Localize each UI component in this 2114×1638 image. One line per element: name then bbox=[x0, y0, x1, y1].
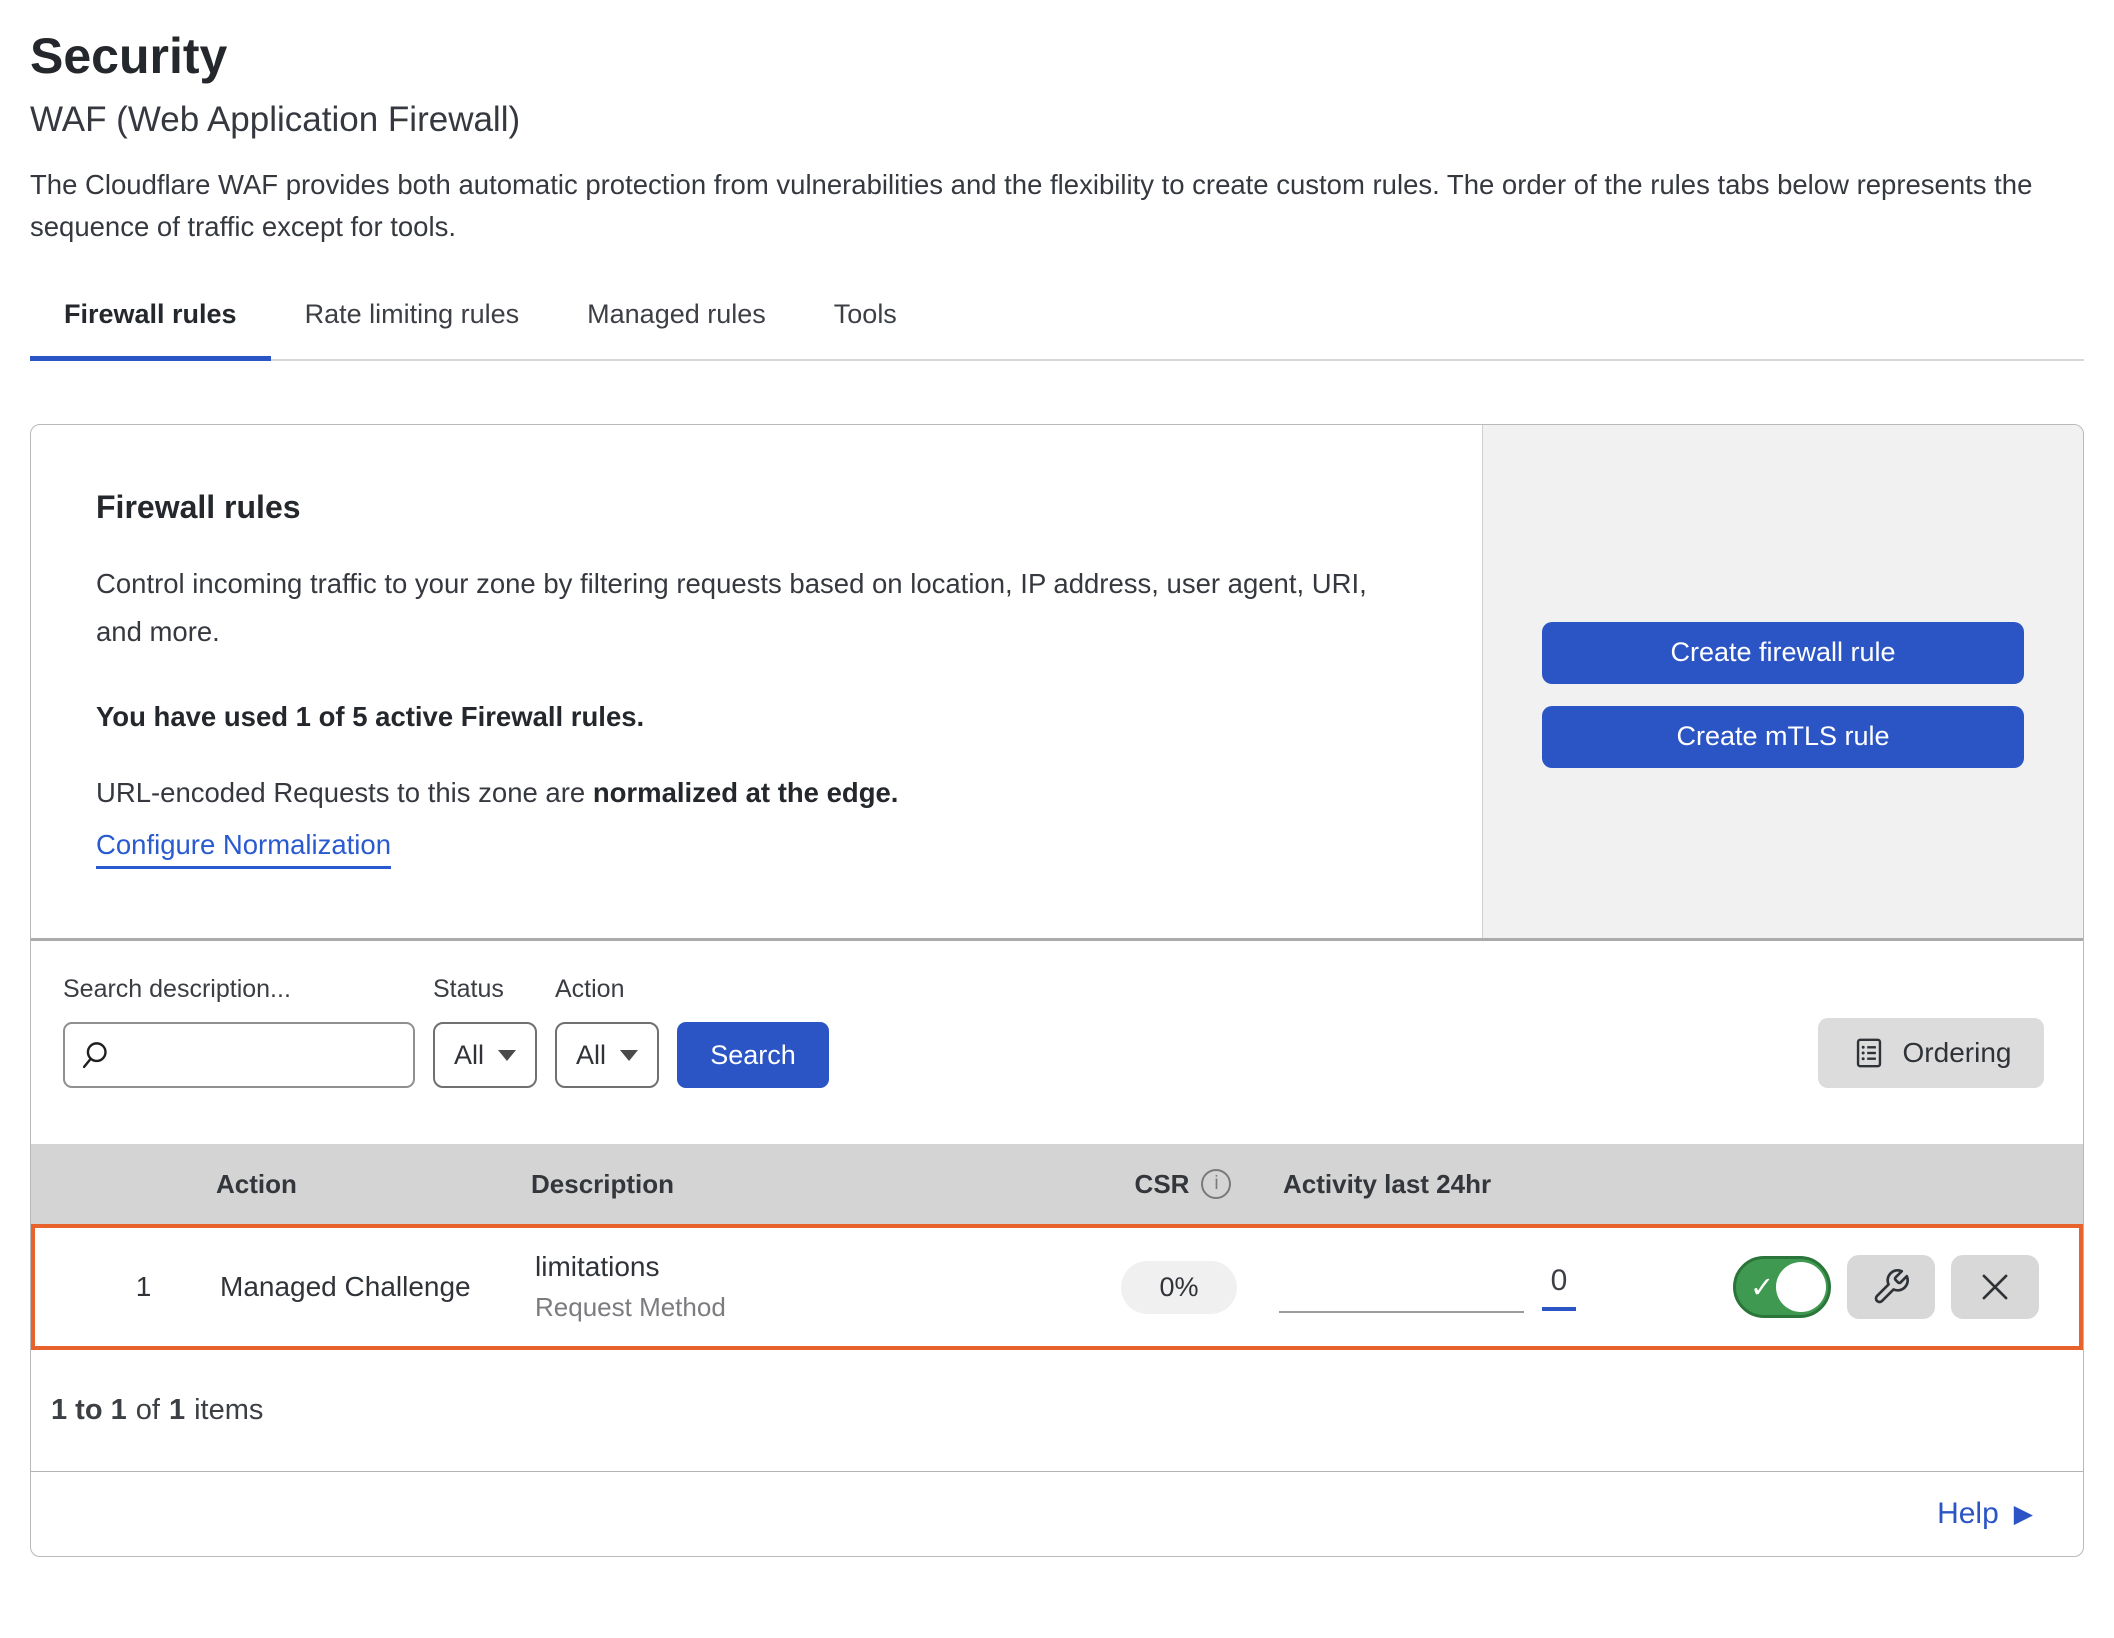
create-mtls-rule-button[interactable]: Create mTLS rule bbox=[1542, 706, 2024, 768]
action-group: Action All bbox=[555, 975, 659, 1088]
help-label: Help bbox=[1937, 1497, 1999, 1531]
tab-firewall-rules[interactable]: Firewall rules bbox=[30, 293, 271, 361]
rule-description-cell: limitations Request Method bbox=[535, 1251, 1079, 1323]
chevron-down-icon bbox=[498, 1050, 516, 1061]
search-label: Search description... bbox=[63, 975, 415, 1004]
toggle-knob bbox=[1776, 1262, 1826, 1312]
firewall-rules-card: Firewall rules Control incoming traffic … bbox=[31, 425, 2083, 938]
search-group: Search description... bbox=[63, 975, 415, 1088]
chevron-down-icon bbox=[620, 1050, 638, 1061]
status-label: Status bbox=[433, 975, 537, 1004]
tab-bar: Firewall rules Rate limiting rules Manag… bbox=[30, 293, 2084, 361]
action-select[interactable]: All bbox=[555, 1022, 659, 1088]
check-icon: ✓ bbox=[1750, 1270, 1774, 1305]
search-button[interactable]: Search bbox=[677, 1022, 829, 1088]
tab-rate-limiting-rules[interactable]: Rate limiting rules bbox=[271, 293, 554, 361]
activity-count-underline bbox=[1542, 1307, 1576, 1311]
ordering-button[interactable]: Ordering bbox=[1818, 1018, 2044, 1088]
card-heading: Firewall rules bbox=[96, 489, 1442, 526]
firewall-rules-panel: Firewall rules Control incoming traffic … bbox=[30, 424, 2084, 1557]
tab-label: Tools bbox=[834, 299, 897, 329]
list-icon bbox=[1851, 1035, 1887, 1071]
rule-activity-cell: 0 bbox=[1279, 1264, 1659, 1311]
header-action: Action bbox=[216, 1169, 531, 1200]
rule-action: Managed Challenge bbox=[220, 1271, 535, 1303]
status-select[interactable]: All bbox=[433, 1022, 537, 1088]
info-icon[interactable]: i bbox=[1201, 1169, 1231, 1199]
search-input-box[interactable] bbox=[63, 1022, 415, 1088]
rule-controls: ✓ bbox=[1659, 1255, 2079, 1319]
search-input[interactable] bbox=[123, 1039, 399, 1072]
panel-footer: Help ▶ bbox=[31, 1471, 2083, 1556]
page-subtitle: WAF (Web Application Firewall) bbox=[30, 98, 2084, 142]
table-header: Action Description CSR i Activity last 2… bbox=[31, 1144, 2083, 1224]
filter-bar: Search description... Status All Action bbox=[31, 938, 2083, 1144]
close-icon bbox=[1976, 1268, 2014, 1306]
normalization-text: URL-encoded Requests to this zone are no… bbox=[96, 777, 1442, 809]
tab-label: Managed rules bbox=[587, 299, 766, 329]
card-body-text: Control incoming traffic to your zone by… bbox=[96, 560, 1386, 655]
edit-rule-button[interactable] bbox=[1847, 1255, 1935, 1319]
security-page: Security WAF (Web Application Firewall) … bbox=[0, 0, 2114, 1557]
action-label: Action bbox=[555, 975, 659, 1004]
wrench-icon bbox=[1871, 1267, 1911, 1307]
header-description: Description bbox=[531, 1169, 1083, 1200]
delete-rule-button[interactable] bbox=[1951, 1255, 2039, 1319]
rule-enabled-toggle[interactable]: ✓ bbox=[1733, 1256, 1831, 1318]
csr-badge: 0% bbox=[1121, 1261, 1236, 1314]
card-actions-panel: Create firewall rule Create mTLS rule bbox=[1482, 425, 2083, 938]
header-csr: CSR i bbox=[1083, 1169, 1283, 1200]
tab-label: Rate limiting rules bbox=[305, 299, 520, 329]
rule-priority: 1 bbox=[35, 1271, 220, 1303]
usage-text: You have used 1 of 5 active Firewall rul… bbox=[96, 701, 1442, 733]
pagination-status: 1 to 1 of 1 items bbox=[31, 1350, 2083, 1471]
activity-count-link[interactable]: 0 bbox=[1542, 1264, 1576, 1311]
pagination-of: of bbox=[136, 1394, 160, 1427]
pagination-range: 1 to 1 bbox=[51, 1394, 127, 1427]
activity-count-value: 0 bbox=[1551, 1264, 1568, 1298]
csr-label: CSR bbox=[1135, 1169, 1190, 1200]
normalization-prefix: URL-encoded Requests to this zone are bbox=[96, 777, 593, 808]
tab-tools[interactable]: Tools bbox=[800, 293, 931, 361]
rule-csr-cell: 0% bbox=[1079, 1261, 1279, 1314]
tab-managed-rules[interactable]: Managed rules bbox=[553, 293, 800, 361]
status-select-value: All bbox=[454, 1040, 484, 1071]
activity-sparkline bbox=[1279, 1311, 1524, 1313]
configure-normalization-link[interactable]: Configure Normalization bbox=[96, 829, 391, 869]
rule-description: limitations bbox=[535, 1251, 659, 1283]
normalization-bold: normalized at the edge. bbox=[593, 777, 899, 808]
create-firewall-rule-button[interactable]: Create firewall rule bbox=[1542, 622, 2024, 684]
search-icon bbox=[79, 1038, 113, 1072]
rule-expression-summary: Request Method bbox=[535, 1292, 726, 1323]
pagination-items: items bbox=[194, 1394, 263, 1427]
arrow-right-icon: ▶ bbox=[2014, 1502, 2033, 1527]
status-group: Status All bbox=[433, 975, 537, 1088]
page-description: The Cloudflare WAF provides both automat… bbox=[30, 164, 2080, 248]
page-title: Security bbox=[30, 26, 2084, 86]
help-link[interactable]: Help ▶ bbox=[1937, 1497, 2033, 1531]
ordering-button-label: Ordering bbox=[1903, 1037, 2012, 1069]
action-select-value: All bbox=[576, 1040, 606, 1071]
pagination-total: 1 bbox=[169, 1394, 185, 1427]
tab-label: Firewall rules bbox=[64, 299, 237, 329]
card-content: Firewall rules Control incoming traffic … bbox=[31, 425, 1482, 938]
header-activity: Activity last 24hr bbox=[1283, 1169, 1663, 1200]
firewall-rule-row: 1 Managed Challenge limitations Request … bbox=[31, 1224, 2083, 1350]
